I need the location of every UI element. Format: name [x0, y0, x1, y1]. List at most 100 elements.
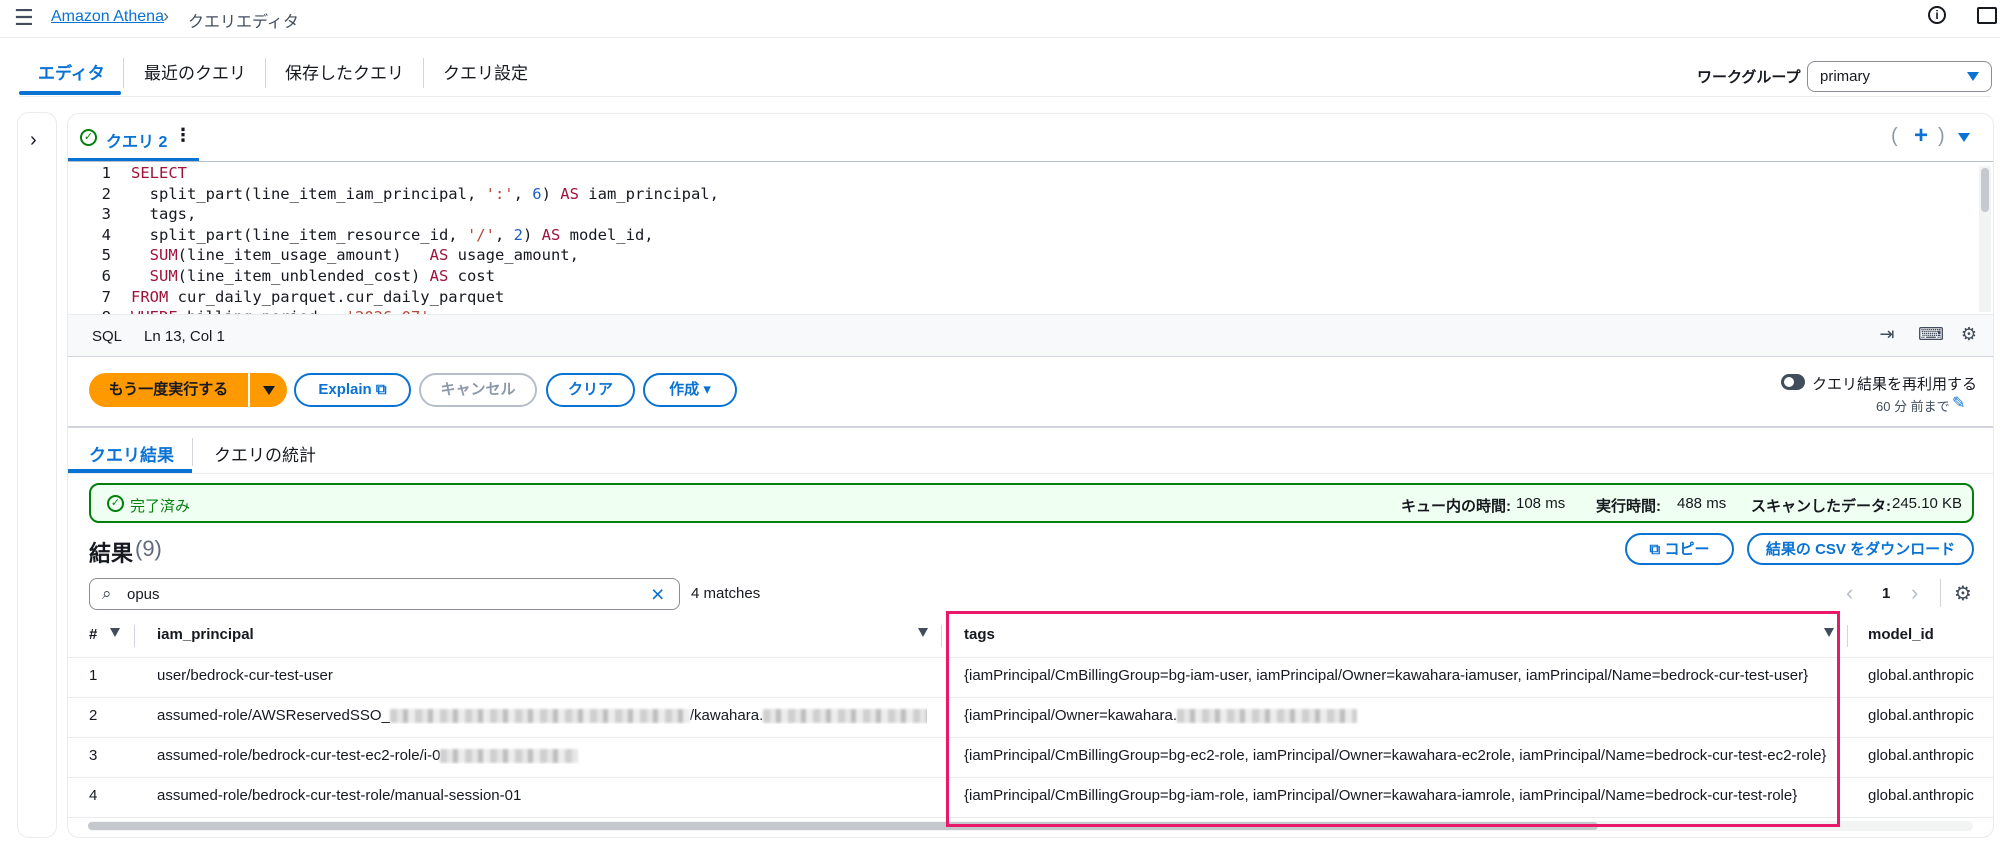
cancel-button[interactable]: キャンセル [419, 373, 537, 407]
tab-query-stats[interactable]: クエリの統計 [214, 441, 316, 466]
sort-icon[interactable] [110, 628, 120, 637]
cell-iam-principal: user/bedrock-cur-test-user [157, 667, 333, 684]
close-icon[interactable]: × [651, 581, 664, 608]
active-tab-indicator [19, 91, 121, 95]
queue-time-value: 108 ms [1516, 495, 1566, 512]
redacted-block [440, 749, 579, 764]
breadcrumb-separator-icon: › [163, 6, 169, 26]
principal-middle: /kawahara. [689, 707, 764, 724]
sort-icon[interactable] [918, 628, 928, 637]
column-resizer[interactable] [1847, 625, 1848, 647]
code-line: 4 split_part(line_item_resource_id, '/',… [69, 225, 654, 246]
line-number: 6 [101, 267, 111, 285]
editor-language: SQL [92, 328, 123, 345]
tab-saved-queries[interactable]: 保存したクエリ [285, 59, 404, 84]
line-number: 2 [101, 184, 111, 203]
settings-gear-icon[interactable]: ⚙ [1959, 324, 1979, 344]
code-line: 8WHERE billing_period = '2026-07' [69, 307, 430, 314]
edit-pencil-icon[interactable]: ✎ [1952, 393, 1965, 413]
add-query-tab-icon[interactable]: + [1914, 122, 1928, 150]
tab-divider [192, 438, 193, 466]
caret-down-icon: ▾ [703, 381, 711, 398]
create-label: 作成 [669, 381, 700, 398]
cell-index: 4 [89, 787, 98, 804]
copy-button[interactable]: ⧉ コピー [1625, 533, 1734, 565]
line-number: 8 [69, 307, 111, 314]
tab-query-results[interactable]: クエリ結果 [89, 441, 174, 466]
tab-list-caret-icon[interactable] [1958, 133, 1970, 142]
code-text: FROM cur_daily_parquet.cur_daily_parquet [131, 287, 505, 306]
run-again-button[interactable]: もう一度実行する [89, 373, 248, 407]
query-tab[interactable]: ✓ クエリ 2 ⋮ [68, 114, 199, 161]
cell-iam-principal: assumed-role/AWSReservedSSO_ /kawahara. [157, 707, 927, 724]
tags-column-highlight [946, 611, 1840, 827]
code-line: 5 SUM(line_item_usage_amount) AS usage_a… [69, 245, 579, 266]
gear-icon[interactable]: ⚙ [1954, 581, 1972, 606]
run-options-dropdown[interactable] [250, 373, 287, 407]
tabs-divider [19, 96, 1991, 97]
scroll-tabs-left-icon[interactable]: ( [1891, 125, 1898, 148]
more-vertical-icon[interactable]: ⋮ [174, 125, 192, 146]
cursor-position: Ln 13, Col 1 [144, 328, 225, 345]
tab-query-settings[interactable]: クエリ設定 [443, 59, 528, 84]
results-title: 結果 [89, 541, 134, 566]
explain-label: Explain [318, 381, 372, 398]
scanned-data-value: 245.10 KB [1892, 495, 1963, 512]
line-number: 3 [101, 205, 111, 224]
chevron-right-icon[interactable]: › [30, 129, 37, 152]
column-header-model-id: model_id [1868, 626, 1934, 643]
page-number[interactable]: 1 [1882, 585, 1890, 602]
scroll-tabs-right-icon[interactable]: ) [1938, 125, 1945, 148]
query-tab-label: クエリ 2 [106, 134, 168, 151]
principal-prefix: assumed-role/AWSReservedSSO_ [157, 707, 390, 724]
code-text: split_part(line_item_resource_id, '/', 2… [131, 225, 654, 244]
tab-divider [123, 58, 124, 88]
code-text: SUM(line_item_usage_amount) AS usage_amo… [149, 246, 579, 265]
scanned-data-label: スキャンしたデータ: [1751, 498, 1891, 515]
reuse-results-toggle[interactable] [1781, 374, 1805, 390]
hamburger-menu-icon[interactable]: ☰ [14, 5, 34, 31]
format-indent-icon[interactable]: ⇥ [1877, 324, 1897, 344]
editor-scrollbar-thumb[interactable] [1981, 168, 1989, 212]
code-text: SUM(line_item_unblended_cost) AS cost [149, 267, 495, 285]
info-icon[interactable]: i [1928, 6, 1946, 24]
code-line: 3 tags, [69, 204, 197, 225]
match-count: 4 matches [691, 585, 761, 602]
result-tabs-divider [68, 473, 1993, 474]
explain-button[interactable]: Explain ⧉ [294, 373, 411, 407]
cell-model-id: global.anthropic [1868, 667, 1974, 684]
copy-label: コピー [1664, 541, 1710, 558]
code-text: tags, [131, 205, 197, 224]
clear-button[interactable]: クリア [546, 373, 635, 407]
code-line: 1 SELECT [69, 163, 187, 184]
workgroup-label: ワークグループ [1697, 69, 1801, 86]
code-line: 2 split_part(line_item_iam_principal, ':… [69, 184, 719, 205]
tab-divider [423, 58, 424, 88]
success-check-icon: ✓ [107, 495, 124, 512]
code-line: 7 FROM cur_daily_parquet.cur_daily_parque… [69, 287, 505, 308]
reuse-results-age: 60 分 前まで [1876, 399, 1950, 414]
tab-editor[interactable]: エディタ [38, 59, 105, 84]
breadcrumb-home-link[interactable]: Amazon Athena [51, 8, 164, 26]
actions-divider [68, 426, 1993, 428]
create-button[interactable]: 作成 ▾ [643, 373, 737, 407]
caret-down-icon [1967, 72, 1979, 81]
status-completed: 完了済み [130, 498, 191, 515]
chevron-right-icon[interactable]: › [1911, 580, 1918, 606]
download-csv-button[interactable]: 結果の CSV をダウンロード [1747, 533, 1974, 565]
sql-editor[interactable]: 1 SELECT 2 split_part(line_item_iam_princi… [69, 162, 1979, 314]
cell-model-id: global.anthropic [1868, 747, 1974, 764]
tab-divider [265, 58, 266, 88]
results-search-input[interactable]: ⌕ opus × [89, 578, 680, 610]
column-resizer[interactable] [941, 625, 942, 647]
chevron-left-icon[interactable]: ‹ [1846, 580, 1853, 606]
search-icon: ⌕ [102, 584, 112, 603]
editor-status-bar: SQL Ln 13, Col 1 ⇥ ⌨ ⚙ [68, 315, 1993, 357]
workgroup-select[interactable]: primary [1807, 61, 1992, 92]
keyboard-icon[interactable]: ⌨ [1918, 324, 1944, 344]
feedback-icon[interactable] [1977, 7, 1997, 24]
column-resizer[interactable] [134, 625, 135, 647]
tab-recent-queries[interactable]: 最近のクエリ [144, 59, 246, 84]
search-value: opus [127, 586, 160, 603]
exec-time-value: 488 ms [1677, 495, 1727, 512]
